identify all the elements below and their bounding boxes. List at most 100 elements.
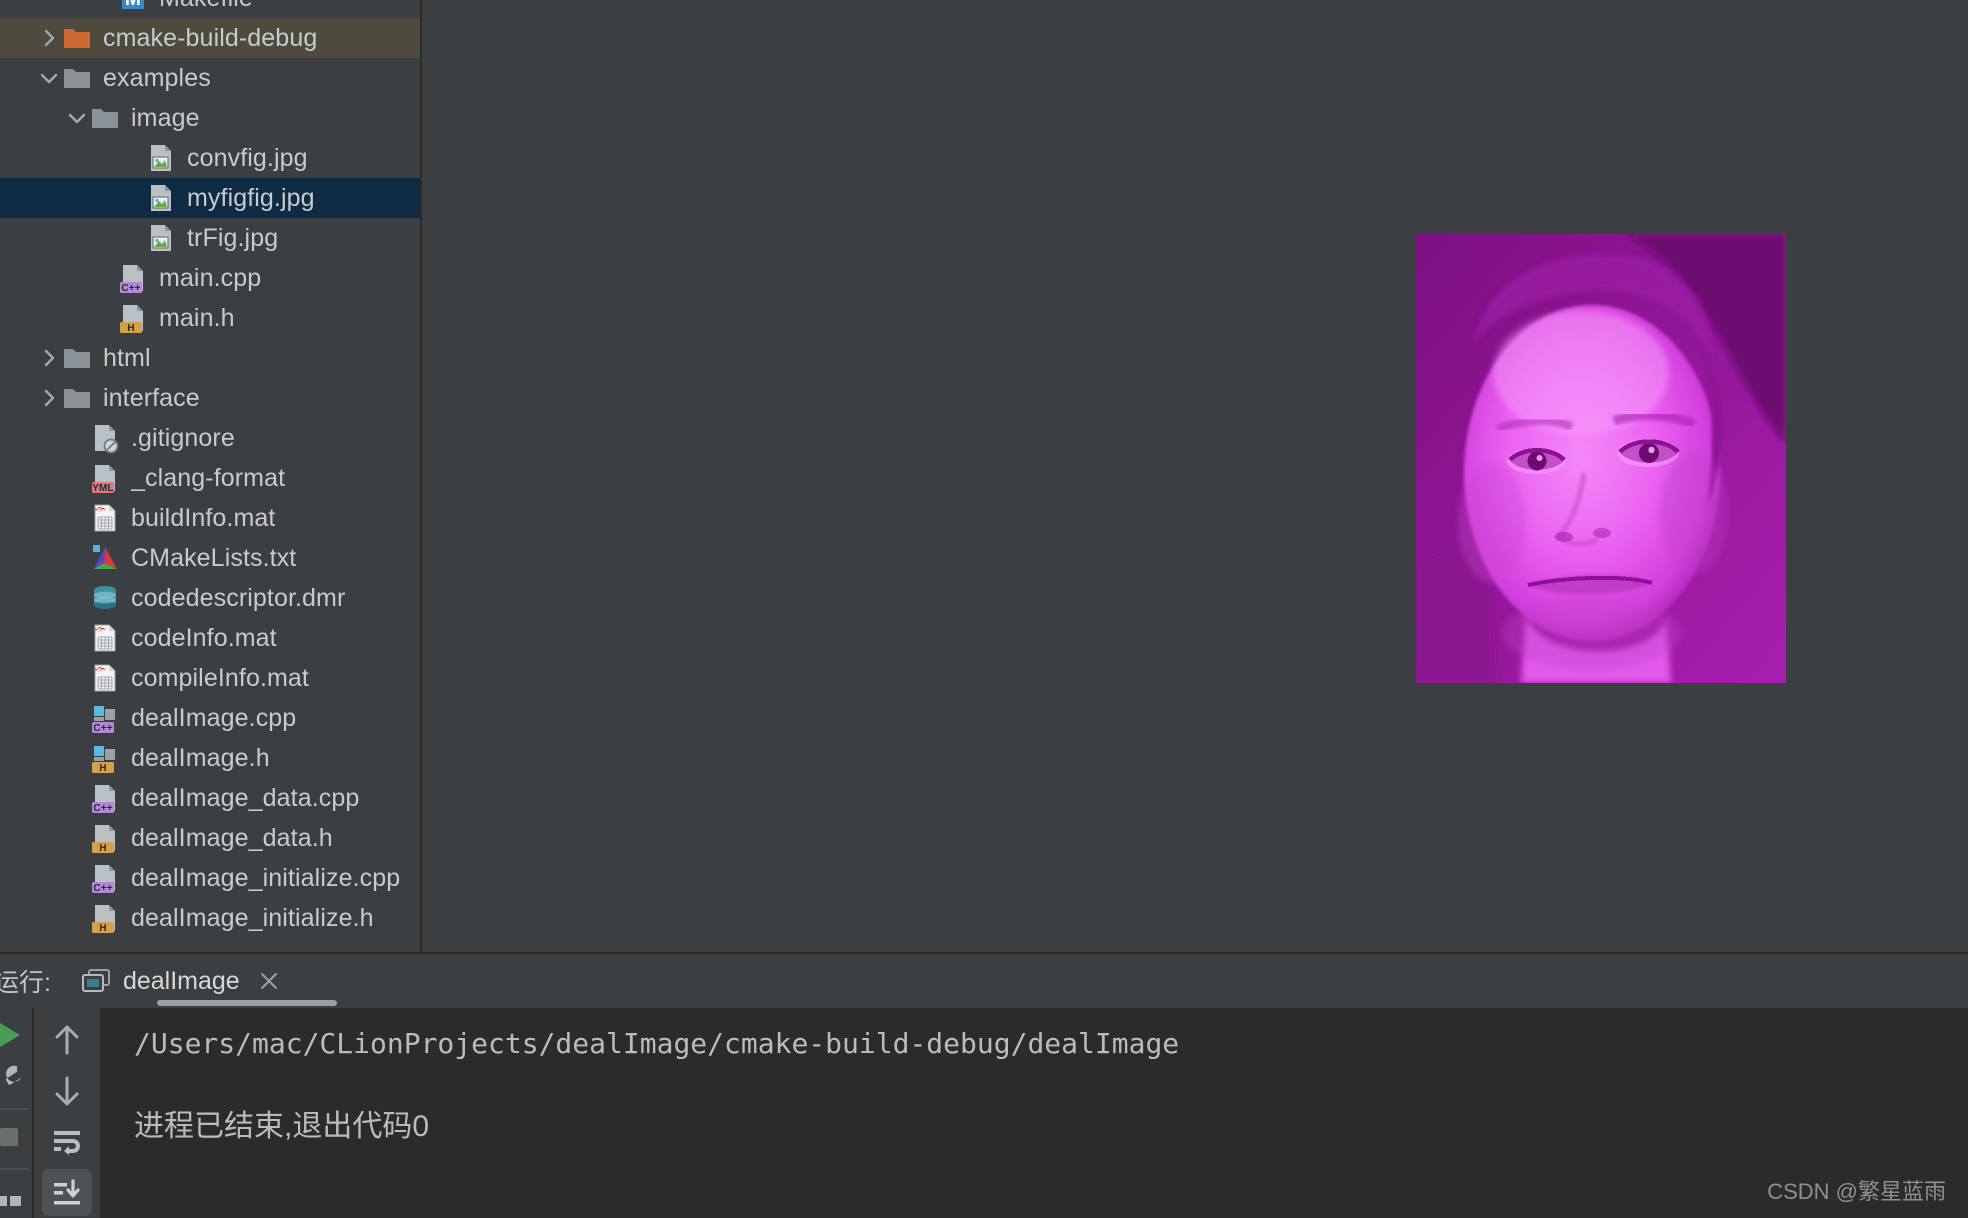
chevron-down-icon[interactable]	[36, 65, 62, 91]
svg-text:C++: C++	[93, 723, 112, 734]
tree-item-label: dealImage_initialize.h	[131, 903, 374, 932]
toolbar-separator	[0, 1168, 29, 1170]
pin-icon[interactable]	[0, 1178, 34, 1216]
gitignore-icon	[90, 422, 120, 454]
image-viewer-pane[interactable]	[422, 0, 1968, 952]
tree-item-html[interactable]: html	[0, 338, 420, 378]
tree-item-label: myfigfig.jpg	[187, 183, 315, 212]
active-tab-underline	[156, 1000, 337, 1006]
run-console-toolbar[interactable]	[34, 1008, 102, 1218]
tree-item-dealimage-data-h[interactable]: HdealImage_data.h	[0, 818, 420, 858]
cpp-file-icon: C++	[90, 782, 120, 814]
soft-wrap-button[interactable]	[42, 1118, 92, 1165]
no-arrow	[64, 465, 90, 491]
tree-item-label: main.cpp	[159, 263, 262, 292]
tree-item-dealimage-h[interactable]: HdealImage.h	[0, 738, 420, 778]
svg-text:YML: YML	[92, 483, 113, 494]
no-arrow	[92, 0, 118, 11]
tree-item-label: _clang-format	[131, 463, 286, 492]
svg-text:H: H	[99, 763, 106, 774]
run-tool-window: 运行: dealImage /Users/mac/CLionProjects/d…	[0, 952, 1968, 1218]
tree-item-label: codedescriptor.dmr	[131, 583, 346, 612]
tree-item-gitignore[interactable]: .gitignore	[0, 418, 420, 458]
up-the-stack-trace-button[interactable]	[42, 1016, 92, 1063]
run-console-output[interactable]: /Users/mac/CLionProjects/dealImage/cmake…	[102, 1008, 1968, 1218]
csdn-watermark: CSDN @繁星蓝雨	[1767, 1178, 1946, 1204]
tree-item-dealimage-data-cpp[interactable]: C++ dealImage_data.cpp	[0, 778, 420, 818]
tree-item-image[interactable]: image	[0, 98, 420, 138]
database-icon	[90, 582, 120, 614]
tree-item-label: dealImage_initialize.cpp	[131, 863, 401, 892]
tree-item-label: .gitignore	[131, 423, 235, 452]
svg-text:C++: C++	[121, 283, 140, 294]
tree-item-label: Makefile	[159, 0, 253, 13]
console-command-line: /Users/mac/CLionProjects/dealImage/cmake…	[134, 1027, 1180, 1060]
no-arrow	[64, 865, 90, 891]
tree-item-trfig-jpg[interactable]: trFig.jpg	[0, 218, 420, 258]
chevron-right-icon[interactable]	[36, 345, 62, 371]
tree-item-interface[interactable]: interface	[0, 378, 420, 418]
tree-item-label: main.h	[159, 303, 235, 332]
tree-item-cmake-build-debug[interactable]: cmake-build-debug	[0, 18, 420, 58]
project-tree-panel[interactable]: M Makefile cmake-build-debug examples image c…	[0, 0, 422, 952]
tree-item-codeinfo-mat[interactable]: codeInfo.mat	[0, 618, 420, 658]
tree-item-convfig-jpg[interactable]: convfig.jpg	[0, 138, 420, 178]
tree-item-label: compileInfo.mat	[131, 663, 309, 692]
cpp-class-icon: C++	[90, 702, 120, 734]
tree-item-label: CMakeLists.txt	[131, 543, 297, 572]
no-arrow	[64, 505, 90, 531]
tree-item-dealimage-initialize-cpp[interactable]: C++ dealImage_initialize.cpp	[0, 858, 420, 898]
run-tab-dealimage[interactable]: dealImage	[75, 954, 337, 1008]
tree-item-label: buildInfo.mat	[131, 503, 276, 532]
tree-item-examples[interactable]: examples	[0, 58, 420, 98]
tree-item-dealimage-initialize-h[interactable]: HdealImage_initialize.h	[0, 898, 420, 938]
console-exit-message: 进程已结束,退出代码0	[134, 1109, 430, 1143]
chevron-right-icon[interactable]	[36, 385, 62, 411]
no-arrow	[64, 665, 90, 691]
tree-item-clang-format[interactable]: YML _clang-format	[0, 458, 420, 498]
image-file-icon	[146, 182, 176, 214]
chevron-right-icon[interactable]	[36, 25, 62, 51]
tree-item-label: examples	[103, 63, 211, 92]
run-left-toolbar[interactable]	[0, 1008, 34, 1218]
tree-item-myfigfig-jpg[interactable]: myfigfig.jpg	[0, 178, 420, 218]
tree-item-label: convfig.jpg	[187, 143, 308, 172]
makefile-icon: M	[118, 0, 148, 14]
tree-item-buildinfo-mat[interactable]: buildInfo.mat	[0, 498, 420, 538]
no-arrow	[64, 585, 90, 611]
tree-item-main-cpp[interactable]: C++ main.cpp	[0, 258, 420, 298]
chevron-down-icon[interactable]	[64, 105, 90, 131]
cpp-file-icon: C++	[90, 862, 120, 894]
no-arrow	[120, 225, 146, 251]
run-window-header: 运行: dealImage	[0, 954, 1968, 1008]
svg-text:H: H	[127, 323, 134, 334]
tree-item-label: trFig.jpg	[187, 223, 279, 252]
tree-item-codedescriptor-dmr[interactable]: codedescriptor.dmr	[0, 578, 420, 618]
no-arrow	[64, 705, 90, 731]
edit-configurations-button[interactable]	[0, 1058, 34, 1096]
image-file-icon	[146, 142, 176, 174]
tree-item-main-h[interactable]: Hmain.h	[0, 298, 420, 338]
tree-item-label: html	[103, 343, 151, 372]
close-icon[interactable]	[258, 970, 280, 992]
rerun-button[interactable]	[0, 1016, 34, 1054]
svg-text:C++: C++	[93, 883, 112, 894]
h-file-icon: H	[90, 902, 120, 934]
folder-icon	[62, 62, 92, 94]
tree-item-cmakelists-txt[interactable]: CMakeLists.txt	[0, 538, 420, 578]
tree-item-dealimage-cpp[interactable]: C++ dealImage.cpp	[0, 698, 420, 738]
mat-file-icon	[90, 662, 120, 694]
svg-text:H: H	[99, 923, 106, 934]
down-the-stack-trace-button[interactable]	[42, 1067, 92, 1114]
tree-item-label: dealImage.cpp	[131, 703, 297, 732]
tree-item-makefile[interactable]: M Makefile	[0, 0, 420, 18]
tree-item-label: dealImage_data.h	[131, 823, 333, 852]
no-arrow	[120, 185, 146, 211]
stop-button[interactable]	[0, 1118, 34, 1156]
run-window-title: 运行:	[0, 969, 51, 997]
tree-item-label: interface	[103, 383, 200, 412]
scroll-to-end-button[interactable]	[42, 1169, 92, 1216]
run-tab-label: dealImage	[122, 966, 240, 995]
tree-item-compileinfo-mat[interactable]: compileInfo.mat	[0, 658, 420, 698]
